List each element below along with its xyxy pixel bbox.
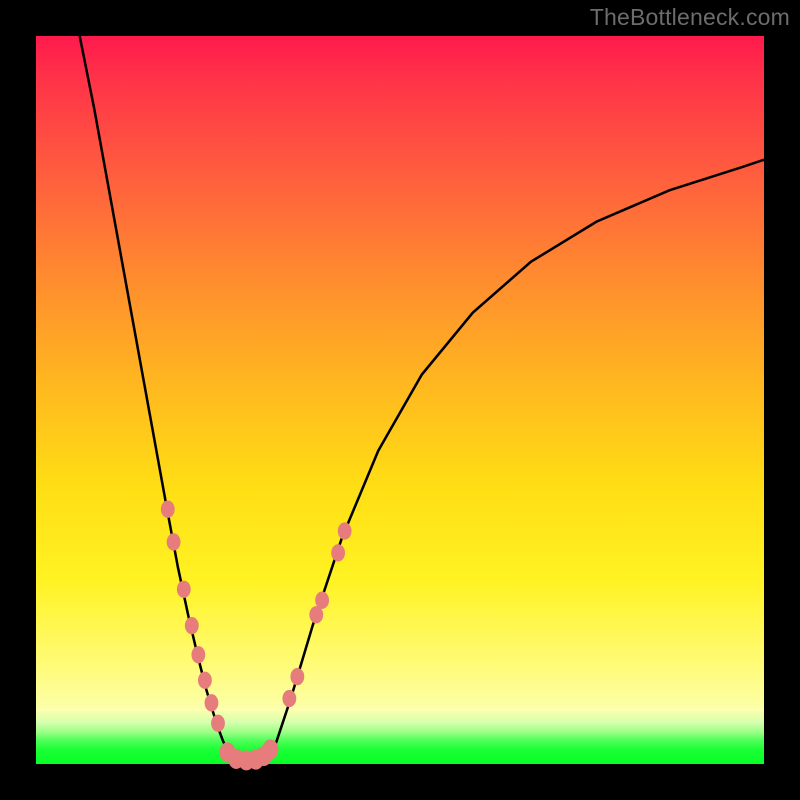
- dots-right-branch: [282, 522, 351, 707]
- dots-valley: [219, 739, 278, 770]
- watermark-text: TheBottleneck.com: [590, 4, 790, 31]
- data-dot: [331, 544, 345, 561]
- data-dot: [185, 617, 199, 634]
- data-dot: [282, 690, 296, 707]
- data-dot: [290, 668, 304, 685]
- data-dot: [191, 646, 205, 663]
- bottleneck-curve: [36, 36, 764, 764]
- data-dot: [211, 715, 225, 732]
- data-dot: [161, 501, 175, 518]
- data-dot: [198, 672, 212, 689]
- curve-left-path: [80, 36, 234, 761]
- dots-left-branch: [161, 501, 225, 732]
- data-dot: [338, 522, 352, 539]
- data-dot: [262, 739, 278, 759]
- curve-group: [80, 36, 764, 763]
- data-dot: [315, 592, 329, 609]
- chart-frame: TheBottleneck.com: [0, 0, 800, 800]
- data-dot: [177, 581, 191, 598]
- curve-right-path: [265, 160, 764, 761]
- data-dot: [167, 533, 181, 550]
- data-dot: [205, 694, 219, 711]
